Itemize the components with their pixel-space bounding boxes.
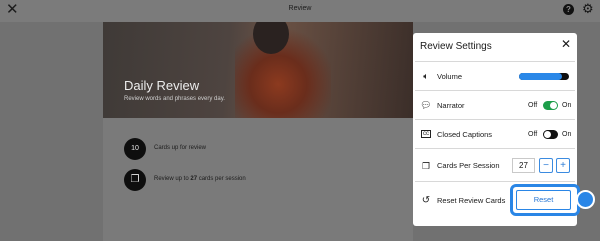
narrator-row: 💬︎ Narrator Off On [415, 90, 575, 119]
cards-icon: ❐ [124, 169, 146, 191]
gear-icon[interactable]: ⚙ [582, 2, 594, 16]
speech-bubble-icon: 💬︎ [420, 100, 432, 110]
cards-per-session-label: Cards Per Session [437, 161, 500, 170]
volume-label: Volume [437, 72, 463, 81]
decrement-button[interactable]: − [539, 158, 553, 173]
narrator-off-label: Off [528, 102, 538, 109]
reset-label: Reset Review Cards [437, 196, 506, 205]
cards-per-session-row: ❐ Cards Per Session 27 − + [415, 148, 575, 181]
review-summary: 10 Cards up for review ❐ Review up to 27… [103, 118, 413, 241]
cards-icon: ❐ [421, 161, 431, 171]
volume-slider[interactable] [519, 73, 569, 80]
cards-up-text: Cards up for review [154, 145, 207, 151]
closed-captions-label: Closed Captions [437, 130, 493, 139]
closed-captions-on-label: On [562, 131, 572, 138]
closed-captions-row: cc Closed Captions Off On [415, 119, 575, 148]
per-session-text: Review up to 27 cards per session [154, 176, 246, 182]
close-icon[interactable]: ✕ [561, 38, 571, 50]
daily-review-banner: Daily Review Review words and phrases ev… [103, 22, 413, 118]
narrator-toggle[interactable] [543, 101, 558, 110]
reset-button[interactable]: Reset [516, 190, 571, 210]
reset-icon: ↺ [421, 195, 431, 206]
cards-per-session-value[interactable]: 27 [512, 158, 535, 173]
banner-subtitle: Review words and phrases every day. [124, 96, 225, 102]
closed-captions-off-label: Off [528, 131, 538, 138]
closed-captions-toggle[interactable] [543, 130, 558, 139]
volume-fill [519, 73, 562, 80]
cards-up-count: 10 [124, 138, 146, 160]
narrator-on-label: On [562, 102, 572, 109]
speaker-icon: 🔈︎ [423, 71, 429, 81]
focus-indicator-dot [576, 190, 595, 209]
increment-button[interactable]: + [556, 158, 570, 173]
top-bar: ✕ Review ? ⚙ [0, 0, 600, 22]
cc-icon: cc [421, 130, 431, 138]
page-title: Review [288, 5, 312, 12]
volume-row: 🔈︎ Volume [415, 61, 575, 90]
dialog-title: Review Settings [420, 41, 492, 52]
banner-title: Daily Review [124, 78, 200, 93]
help-icon[interactable]: ? [563, 4, 574, 15]
narrator-label: Narrator [437, 101, 465, 110]
